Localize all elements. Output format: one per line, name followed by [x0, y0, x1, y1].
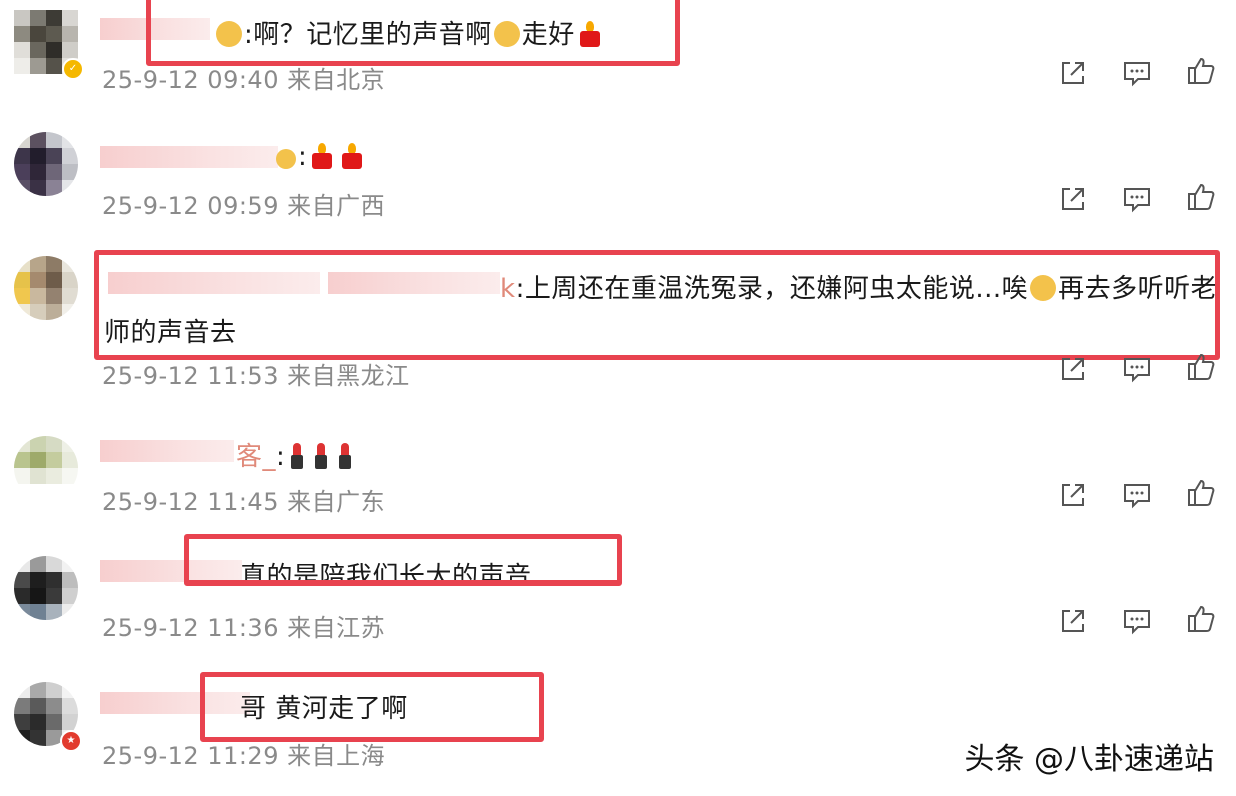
- thumbs-up-icon[interactable]: [1186, 182, 1216, 212]
- comment-meta: 25-9-12 11:45 来自广东: [102, 488, 386, 516]
- comment-icon[interactable]: [1122, 606, 1152, 636]
- comment-icon[interactable]: [1122, 480, 1152, 510]
- share-icon[interactable]: [1058, 184, 1088, 214]
- lipstick-icon: [289, 441, 305, 469]
- comment-text: 客_:: [236, 436, 357, 473]
- lipstick-icon: [337, 441, 353, 469]
- reaction-emoji-icon: [276, 149, 296, 169]
- avatar[interactable]: [14, 556, 78, 620]
- avatar[interactable]: [14, 436, 78, 500]
- candle-icon: [340, 143, 364, 169]
- lipstick-icon: [313, 441, 329, 469]
- share-icon[interactable]: [1058, 354, 1088, 384]
- highlight-box: [146, 0, 680, 66]
- highlight-box: [200, 672, 544, 742]
- avatar[interactable]: [14, 256, 78, 320]
- thumbs-up-icon[interactable]: [1186, 56, 1216, 86]
- share-icon[interactable]: [1058, 480, 1088, 510]
- thumbs-up-icon[interactable]: [1186, 604, 1216, 634]
- avatar[interactable]: [14, 132, 78, 196]
- candle-icon: [310, 143, 334, 169]
- comment-meta: 25-9-12 11:36 来自江苏: [102, 614, 386, 642]
- comment-icon[interactable]: [1122, 58, 1152, 88]
- thumbs-up-icon[interactable]: [1186, 478, 1216, 508]
- comment-meta: 25-9-12 09:59 来自广西: [102, 192, 386, 220]
- member-badge-icon: ★: [60, 730, 82, 752]
- verified-badge-icon: ✓: [62, 58, 84, 80]
- comment-meta: 25-9-12 09:40 来自北京: [102, 66, 386, 94]
- share-icon[interactable]: [1058, 58, 1088, 88]
- share-icon[interactable]: [1058, 606, 1088, 636]
- comment-icon[interactable]: [1122, 184, 1152, 214]
- nickname-blurred[interactable]: [100, 146, 278, 168]
- comment-meta: 25-9-12 11:53 来自黑龙江: [102, 362, 410, 390]
- comment-text: :: [274, 142, 367, 172]
- watermark-text: 头条 @八卦速递站: [964, 742, 1214, 777]
- nickname-blurred[interactable]: [100, 440, 234, 462]
- highlight-box: [94, 250, 1220, 360]
- comment-icon[interactable]: [1122, 354, 1152, 384]
- highlight-box: [184, 534, 622, 586]
- comment-meta: 25-9-12 11:29 来自上海: [102, 742, 386, 770]
- thumbs-up-icon[interactable]: [1186, 352, 1216, 382]
